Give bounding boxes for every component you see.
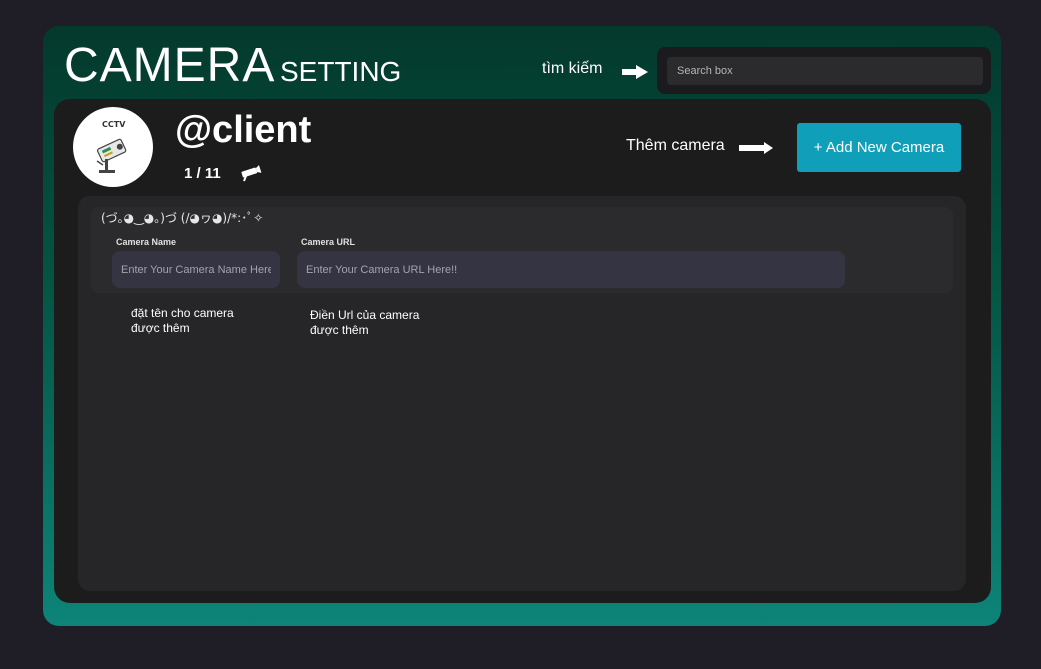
- avatar-text: CCTV: [102, 120, 126, 129]
- camera-url-note-line2: được thêm: [310, 323, 369, 337]
- page-subtitle: SETTING: [280, 56, 402, 87]
- arrow-right-icon: [739, 142, 773, 154]
- camera-url-note: Điền Url của camera được thêm: [310, 308, 450, 338]
- camera-url-input[interactable]: [297, 251, 845, 288]
- add-new-camera-button[interactable]: + Add New Camera: [797, 123, 961, 172]
- search-input[interactable]: [667, 57, 983, 85]
- kaomoji-decoration: (づ｡◕‿◕｡)づ (/◕ヮ◕)/*:･ﾟ✧: [101, 211, 264, 225]
- camera-name-label: Camera Name: [116, 237, 177, 247]
- cctv-icon: CCTV: [96, 120, 127, 173]
- camera-url-note-line1: Điền Url của camera: [310, 308, 420, 322]
- camera-name-note-line2: được thêm: [131, 321, 190, 335]
- username: @client: [175, 109, 312, 151]
- camera-name-note-line1: đặt tên cho camera: [131, 306, 234, 320]
- search-container: [657, 47, 991, 94]
- page-title: CAMERA: [64, 39, 276, 92]
- camera-count: 1 / 11: [184, 165, 221, 182]
- camera-name-note: đặt tên cho camera được thêm: [131, 306, 261, 336]
- camera-icon: [241, 165, 262, 182]
- camera-name-input[interactable]: [112, 251, 280, 288]
- camera-url-label: Camera URL: [301, 237, 356, 247]
- avatar[interactable]: CCTV: [73, 107, 153, 187]
- arrow-right-icon: [622, 65, 648, 79]
- search-hint-label: tìm kiếm: [542, 60, 603, 77]
- add-camera-hint-label: Thêm camera: [626, 137, 725, 154]
